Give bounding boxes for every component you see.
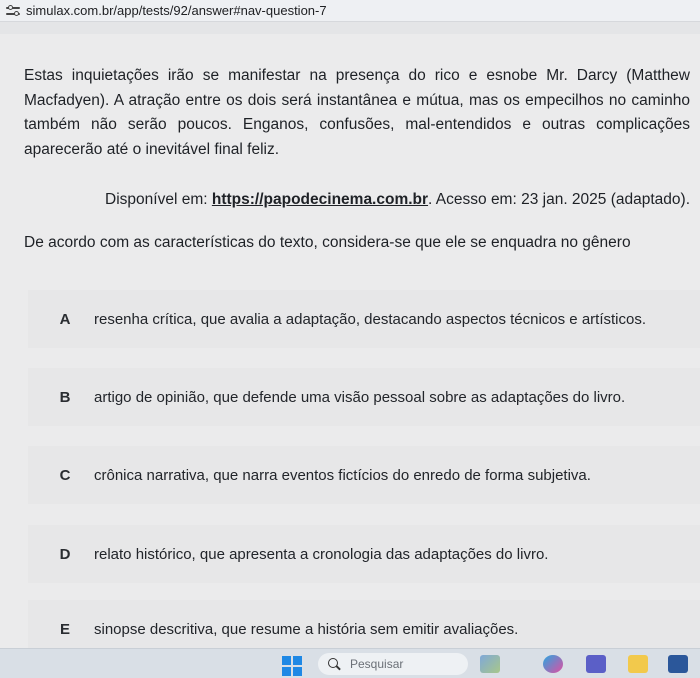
option-text: crônica narrativa, que narra eventos fic… [94,466,591,484]
option-letter: C [59,466,71,484]
taskbar: Pesquisar [0,648,700,678]
taskbar-search[interactable]: Pesquisar [318,653,468,675]
source-suffix: . Acesso em: 23 jan. 2025 (adaptado). [428,191,690,208]
source-citation: Disponível em: https://papodecinema.com.… [105,191,690,209]
option-b[interactable]: B artigo de opinião, que defende uma vis… [28,368,700,426]
address-bar[interactable]: simulax.com.br/app/tests/92/answer#nav-q… [0,0,700,22]
option-text: artigo de opinião, que defende uma visão… [94,388,626,406]
option-letter: B [59,388,71,406]
option-text: sinopse descritiva, que resume a históri… [94,620,519,638]
option-c[interactable]: C crônica narrativa, que narra eventos f… [28,446,700,504]
teams-icon[interactable] [586,655,606,673]
search-placeholder: Pesquisar [350,657,404,671]
landscape-widget-icon[interactable] [480,655,500,673]
windows-start-icon[interactable] [282,656,302,676]
source-link[interactable]: https://papodecinema.com.br [212,191,428,208]
url-text[interactable]: simulax.com.br/app/tests/92/answer#nav-q… [26,3,327,18]
option-text: resenha crítica, que avalia a adaptação,… [94,310,646,328]
source-prefix: Disponível em: [105,191,212,208]
question-stem: De acordo com as características do text… [24,234,631,251]
copilot-icon[interactable] [543,655,563,673]
option-d[interactable]: D relato histórico, que apresenta a cron… [28,525,700,583]
option-letter: D [59,545,71,563]
word-icon[interactable] [668,655,688,673]
option-letter: A [59,310,71,328]
question-content: Estas inquietações irão se manifestar na… [0,34,700,658]
file-explorer-icon[interactable] [628,655,648,673]
option-letter: E [59,620,70,638]
search-icon [328,658,340,670]
option-text: relato histórico, que apresenta a cronol… [94,545,549,563]
site-settings-icon[interactable] [6,4,20,17]
passage-text: Estas inquietações irão se manifestar na… [24,67,690,158]
browser-divider [0,22,700,34]
option-a[interactable]: A resenha crítica, que avalia a adaptaçã… [28,290,700,348]
